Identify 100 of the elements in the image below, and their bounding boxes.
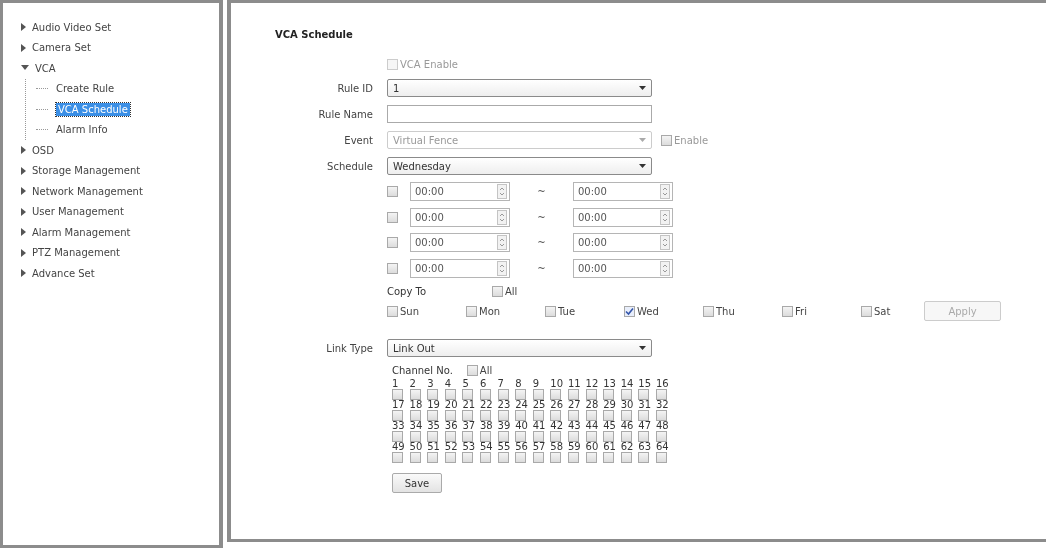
checkbox[interactable] <box>603 389 615 400</box>
spinner-icon[interactable] <box>497 260 507 276</box>
checkbox[interactable] <box>387 262 398 274</box>
tree-item[interactable]: Network Management <box>32 185 143 197</box>
checkbox[interactable] <box>620 410 632 421</box>
checkbox[interactable] <box>492 285 503 297</box>
time-field[interactable]: 00:00 <box>573 233 673 253</box>
caret-right-icon[interactable] <box>21 228 26 237</box>
checkbox[interactable] <box>392 431 403 442</box>
checkbox[interactable] <box>585 452 597 463</box>
checkbox[interactable] <box>515 410 527 421</box>
checkbox[interactable] <box>466 305 477 317</box>
checkbox[interactable] <box>585 410 597 421</box>
time-field[interactable]: 00:00 <box>410 207 510 227</box>
checkbox[interactable] <box>462 452 474 463</box>
checkbox[interactable] <box>497 452 509 463</box>
spinner-icon[interactable] <box>660 209 670 225</box>
checkbox[interactable] <box>782 305 793 317</box>
checkbox[interactable] <box>532 389 544 400</box>
checkbox[interactable] <box>655 389 667 400</box>
checkbox[interactable] <box>532 410 544 421</box>
checkbox[interactable] <box>638 431 650 442</box>
checkbox[interactable] <box>427 431 439 442</box>
spinner-icon[interactable] <box>497 235 507 251</box>
checkbox[interactable] <box>387 186 398 198</box>
checkbox[interactable] <box>462 410 474 421</box>
caret-right-icon[interactable] <box>21 146 26 155</box>
checkbox[interactable] <box>638 452 650 463</box>
tree-item[interactable]: Create Rule <box>56 83 115 95</box>
checkbox[interactable] <box>387 211 398 223</box>
tree-item[interactable]: Alarm Info <box>56 124 108 136</box>
caret-right-icon[interactable] <box>21 43 26 52</box>
checkbox[interactable] <box>444 410 456 421</box>
checkbox[interactable] <box>550 452 562 463</box>
checkbox[interactable] <box>603 431 615 442</box>
tree-item[interactable]: Audio Video Set <box>32 21 112 33</box>
caret-right-icon[interactable] <box>21 269 26 278</box>
spinner-icon[interactable] <box>660 235 670 251</box>
checkbox[interactable] <box>624 305 635 317</box>
tree-item[interactable]: VCA <box>35 62 56 74</box>
tree-item[interactable]: Storage Management <box>32 165 141 177</box>
checkbox[interactable] <box>655 410 667 421</box>
checkbox[interactable] <box>427 389 439 400</box>
checkbox[interactable] <box>567 431 579 442</box>
checkbox[interactable] <box>545 305 556 317</box>
caret-down-icon[interactable] <box>21 65 29 72</box>
tree-item[interactable]: PTZ Management <box>32 247 121 259</box>
caret-right-icon[interactable] <box>21 187 26 196</box>
checkbox[interactable] <box>392 410 403 421</box>
checkbox[interactable] <box>861 305 872 317</box>
spinner-icon[interactable] <box>497 184 507 200</box>
checkbox[interactable] <box>479 410 491 421</box>
checkbox[interactable] <box>655 431 667 442</box>
checkbox[interactable] <box>392 452 403 463</box>
checkbox[interactable] <box>550 431 562 442</box>
checkbox[interactable] <box>655 452 667 463</box>
checkbox[interactable] <box>462 431 474 442</box>
checkbox[interactable] <box>479 452 491 463</box>
checkbox[interactable] <box>515 431 527 442</box>
tree-item[interactable]: Advance Set <box>32 267 95 279</box>
tree-item[interactable]: Alarm Management <box>32 226 131 238</box>
checkbox[interactable] <box>620 389 632 400</box>
checkbox[interactable] <box>427 410 439 421</box>
time-field[interactable]: 00:00 <box>410 258 510 278</box>
checkbox[interactable] <box>620 431 632 442</box>
checkbox[interactable] <box>703 305 714 317</box>
tree-item[interactable]: Camera Set <box>32 42 91 54</box>
checkbox[interactable] <box>409 452 421 463</box>
tree-item[interactable]: User Management <box>32 206 124 218</box>
checkbox[interactable] <box>603 452 615 463</box>
spinner-icon[interactable] <box>660 260 670 276</box>
checkbox[interactable] <box>409 389 421 400</box>
checkbox[interactable] <box>387 305 398 317</box>
checkbox[interactable] <box>532 431 544 442</box>
checkbox[interactable] <box>387 237 398 249</box>
caret-right-icon[interactable] <box>21 207 26 216</box>
time-field[interactable]: 00:00 <box>410 233 510 253</box>
checkbox[interactable] <box>392 389 403 400</box>
checkbox[interactable] <box>462 389 474 400</box>
time-field[interactable]: 00:00 <box>573 207 673 227</box>
save-button[interactable]: Save <box>392 473 442 493</box>
checkbox[interactable] <box>479 431 491 442</box>
time-field[interactable]: 00:00 <box>573 258 673 278</box>
checkbox[interactable] <box>585 431 597 442</box>
dropdown[interactable]: Wednesday <box>387 157 652 175</box>
checkbox[interactable] <box>550 410 562 421</box>
spinner-icon[interactable] <box>660 184 670 200</box>
checkbox[interactable] <box>567 389 579 400</box>
text-field[interactable] <box>387 105 652 123</box>
time-field[interactable]: 00:00 <box>410 182 510 202</box>
checkbox[interactable] <box>585 389 597 400</box>
caret-right-icon[interactable] <box>21 23 26 32</box>
checkbox[interactable] <box>515 452 527 463</box>
caret-right-icon[interactable] <box>21 166 26 175</box>
checkbox[interactable] <box>497 431 509 442</box>
time-field[interactable]: 00:00 <box>573 182 673 202</box>
checkbox[interactable] <box>497 389 509 400</box>
dropdown[interactable]: Link Out <box>387 339 652 357</box>
checkbox[interactable] <box>550 389 562 400</box>
checkbox[interactable] <box>515 389 527 400</box>
